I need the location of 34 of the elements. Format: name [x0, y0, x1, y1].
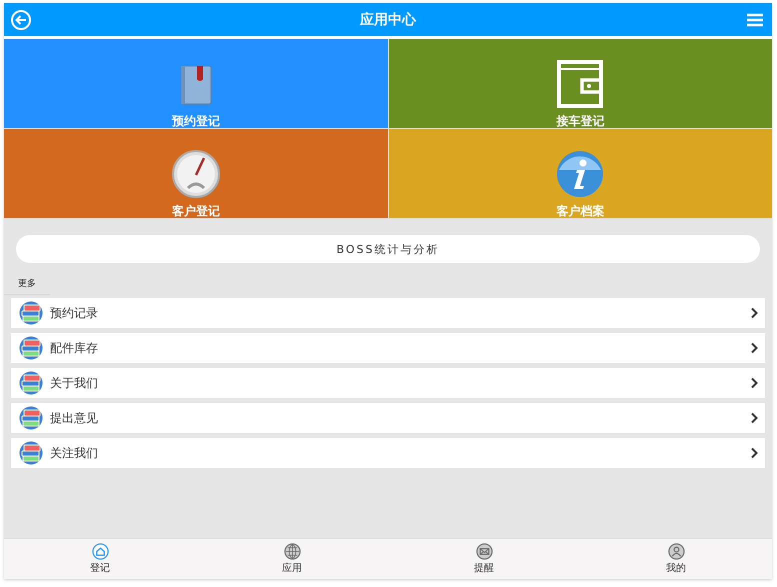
list-item[interactable]: 提出意见: [11, 403, 765, 433]
person-icon: [668, 543, 684, 560]
books-icon: [19, 406, 43, 430]
chevron-icon: [749, 342, 759, 354]
tile-label: 客户档案: [556, 204, 604, 218]
tile-label: 预约登记: [172, 114, 220, 128]
app-tile[interactable]: 客户登记: [4, 129, 388, 218]
back-icon[interactable]: [10, 8, 32, 30]
envelope-icon: [476, 543, 492, 560]
books-icon: [19, 371, 43, 395]
chevron-icon: [749, 447, 759, 459]
tile-label: 客户登记: [172, 204, 220, 218]
house-icon: [92, 543, 108, 560]
chevron-icon: [749, 377, 759, 389]
tab-item[interactable]: 我的: [580, 539, 772, 579]
tab-item[interactable]: 提醒: [388, 539, 580, 579]
list-item[interactable]: 配件库存: [11, 333, 765, 363]
tile-label: 接车登记: [556, 114, 604, 128]
gauge-icon: [170, 148, 222, 200]
books-icon: [19, 441, 43, 465]
tab-item[interactable]: 应用: [196, 539, 388, 579]
chevron-icon: [749, 412, 759, 424]
books-icon: [19, 336, 43, 360]
chevron-icon: [749, 307, 759, 319]
tab-item[interactable]: 登记: [4, 539, 196, 579]
stats-button[interactable]: BOSS统计与分析: [16, 235, 760, 263]
list-item[interactable]: 关于我们: [11, 368, 765, 398]
section-title: 更多: [4, 275, 50, 295]
books-icon: [19, 301, 43, 325]
list-item[interactable]: 关注我们: [11, 438, 765, 468]
list-item[interactable]: 预约记录: [11, 298, 765, 328]
page-title: 应用中心: [360, 10, 416, 28]
globe-icon: [284, 543, 300, 560]
app-tile[interactable]: 接车登记: [388, 39, 772, 128]
